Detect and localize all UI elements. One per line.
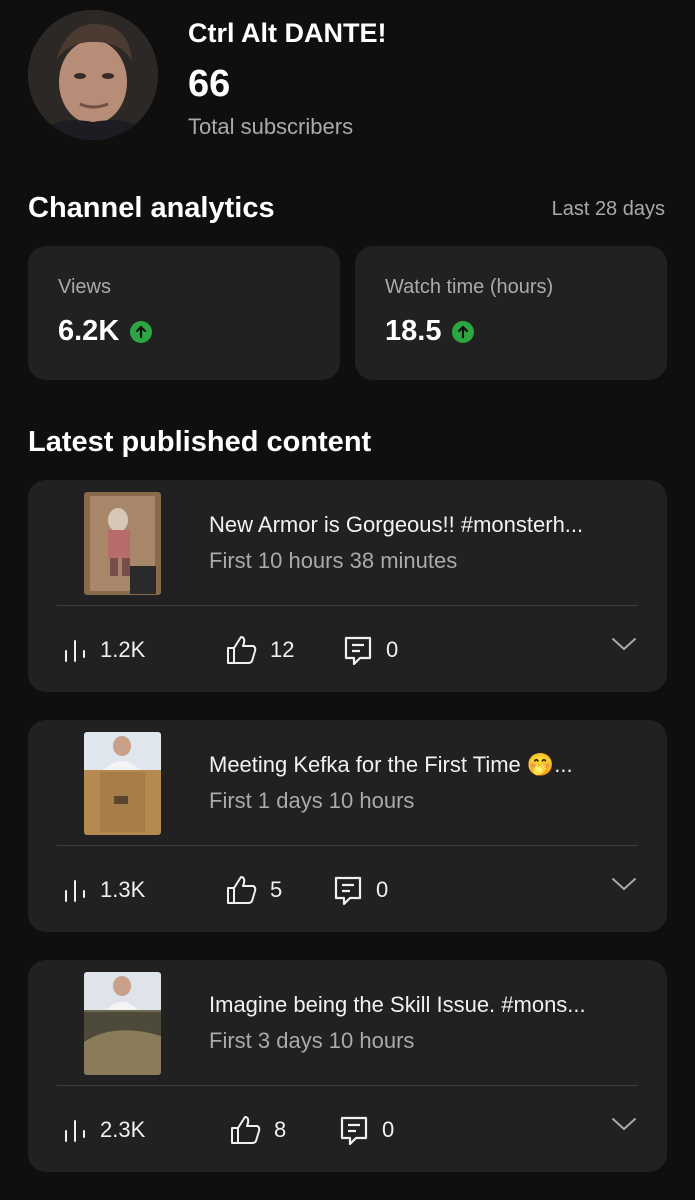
analytics-title: Channel analytics [28, 192, 275, 224]
likes-metric: 8 [230, 1110, 286, 1150]
thumbs-up-icon [227, 876, 257, 904]
video-metrics: 1.3K 5 0 [62, 870, 637, 910]
video-thumbnail[interactable] [84, 972, 161, 1075]
video-thumbnail[interactable] [84, 492, 161, 595]
watch-time-label: Watch time (hours) [385, 276, 554, 298]
divider [57, 845, 638, 846]
channel-name[interactable]: Ctrl Alt DANTE! [188, 18, 508, 49]
channel-header: Ctrl Alt DANTE! 66 Total subscribers [28, 10, 386, 140]
views-value: 6.2K [58, 315, 120, 347]
comments-count: 0 [382, 1117, 395, 1142]
comments-count: 0 [386, 637, 399, 662]
bar-chart-icon [65, 640, 85, 662]
chevron-down-icon[interactable] [611, 636, 637, 657]
views-count: 1.2K [100, 637, 146, 662]
avatar-photo [28, 10, 158, 140]
thumbs-up-icon [231, 1116, 261, 1144]
bar-chart-icon [65, 1120, 85, 1142]
video-title[interactable]: Imagine being the Skill Issue. #mons... [209, 992, 639, 1018]
divider [57, 605, 638, 606]
comment-icon [334, 876, 362, 906]
subscriber-label: Total subscribers [188, 114, 354, 139]
video-period: First 1 days 10 hours [209, 788, 415, 813]
chevron-down-icon[interactable] [611, 876, 637, 897]
bar-chart-icon [65, 880, 85, 902]
comments-metric: 0 [338, 1110, 394, 1150]
latest-content-title: Latest published content [28, 426, 372, 458]
likes-count: 5 [270, 877, 283, 902]
thumbs-up-icon [227, 636, 257, 664]
watch-time-value: 18.5 [385, 315, 442, 347]
comment-icon [344, 636, 372, 666]
video-period: First 3 days 10 hours [209, 1028, 415, 1053]
video-card[interactable]: Imagine being the Skill Issue. #mons... … [28, 960, 667, 1172]
views-metric: 1.2K [62, 630, 145, 670]
comment-icon [340, 1116, 368, 1146]
divider [57, 1085, 638, 1086]
chevron-down-icon[interactable] [611, 1116, 637, 1137]
period-label: Last 28 days [551, 198, 665, 220]
comments-metric: 0 [332, 870, 388, 910]
views-metric: 1.3K [62, 870, 145, 910]
video-thumbnail[interactable] [84, 732, 161, 835]
likes-metric: 12 [226, 630, 294, 670]
video-metrics: 1.2K 12 0 [62, 630, 637, 670]
views-count: 2.3K [100, 1117, 146, 1142]
likes-count: 12 [270, 637, 295, 662]
avatar[interactable] [28, 10, 158, 140]
views-metric: 2.3K [62, 1110, 145, 1150]
video-card[interactable]: New Armor is Gorgeous!! #monsterh... Fir… [28, 480, 667, 692]
likes-count: 8 [274, 1117, 287, 1142]
likes-metric: 5 [226, 870, 282, 910]
arrow-up-icon [130, 320, 153, 343]
comments-metric: 0 [342, 630, 398, 670]
channel-info: Ctrl Alt DANTE! 66 Total subscribers [188, 18, 508, 140]
video-metrics: 2.3K 8 0 [62, 1110, 637, 1150]
subscriber-count: 66 [188, 63, 231, 105]
views-label: Views [58, 276, 111, 298]
video-title[interactable]: New Armor is Gorgeous!! #monsterh... [209, 512, 639, 538]
video-period: First 10 hours 38 minutes [209, 548, 458, 573]
arrow-up-icon [452, 320, 475, 343]
channel-dashboard: Ctrl Alt DANTE! 66 Total subscribers Cha… [0, 0, 695, 1200]
video-card[interactable]: Meeting Kefka for the First Time 🤭... Fi… [28, 720, 667, 932]
views-count: 1.3K [100, 877, 146, 902]
video-title[interactable]: Meeting Kefka for the First Time 🤭... [209, 752, 639, 778]
views-card[interactable]: Views 6.2K [28, 246, 340, 380]
watch-time-card[interactable]: Watch time (hours) 18.5 [355, 246, 667, 380]
comments-count: 0 [376, 877, 389, 902]
